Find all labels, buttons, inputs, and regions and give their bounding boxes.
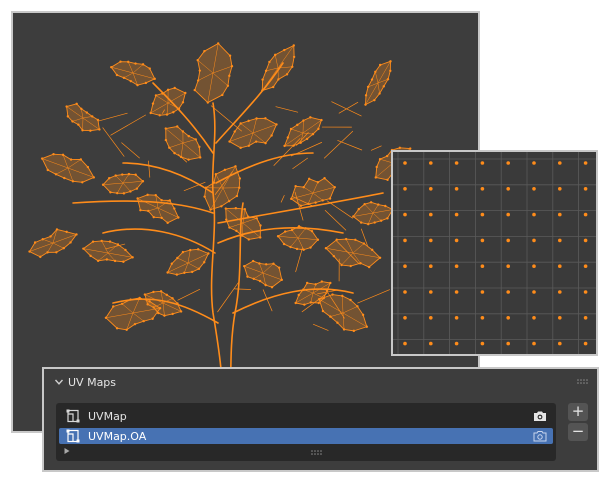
uv-map-icon — [66, 409, 80, 423]
uv-map-list: UVMap UVMap.OA — [56, 403, 556, 461]
camera-outline-icon[interactable] — [533, 429, 547, 443]
list-side-buttons: + − — [568, 403, 590, 443]
list-item[interactable]: UVMap — [59, 408, 553, 424]
uv-map-name: UVMap.OA — [88, 429, 147, 443]
uv-grid — [393, 152, 596, 354]
expand-arrow-icon[interactable] — [63, 447, 71, 455]
panel-header[interactable]: UV Maps — [44, 369, 597, 395]
uv-map-name: UVMap — [88, 409, 127, 423]
uv-maps-panel: UV Maps UVMap UVMap.OA + − — [42, 367, 599, 472]
panel-title: UV Maps — [68, 375, 117, 389]
uv-editor-inset[interactable] — [391, 150, 598, 356]
list-resize-grip-icon[interactable] — [311, 450, 323, 456]
add-uv-map-button[interactable]: + — [568, 403, 588, 421]
camera-icon[interactable] — [533, 409, 547, 423]
chevron-down-icon[interactable] — [54, 377, 64, 387]
uv-map-icon — [66, 429, 80, 443]
list-item-active[interactable]: UVMap.OA — [59, 428, 553, 444]
remove-uv-map-button[interactable]: − — [568, 423, 588, 441]
drag-grip-icon[interactable] — [577, 379, 589, 385]
